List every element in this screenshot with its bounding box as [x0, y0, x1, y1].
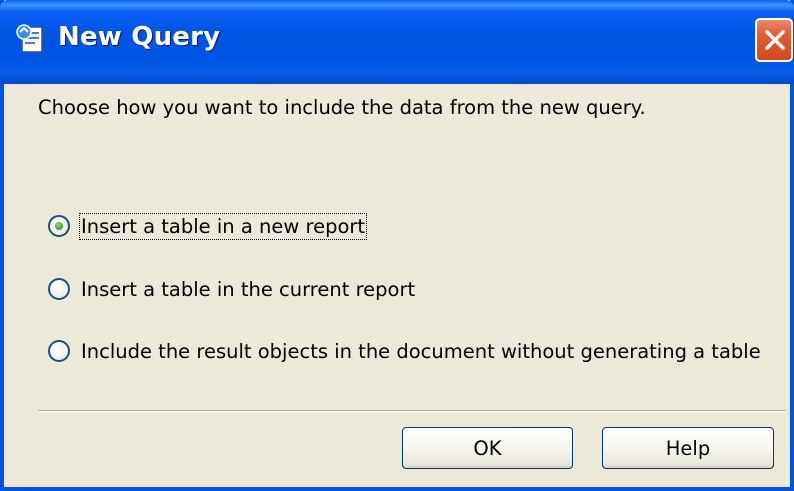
- option-label-new-report[interactable]: Insert a table in a new report: [78, 212, 368, 240]
- option-no-table[interactable]: Include the result objects in the docume…: [48, 337, 761, 365]
- dialog-title: New Query: [58, 22, 221, 52]
- instruction-text: Choose how you want to include the data …: [38, 96, 646, 119]
- option-label-no-table[interactable]: Include the result objects in the docume…: [81, 340, 761, 363]
- dialog-body: Choose how you want to include the data …: [4, 84, 790, 487]
- ok-button[interactable]: OK: [402, 427, 573, 469]
- new-query-dialog: New Query Choose how you want to include…: [0, 0, 794, 491]
- query-document-icon: [14, 22, 48, 56]
- radio-no-table[interactable]: [48, 340, 70, 362]
- close-icon: [765, 30, 785, 50]
- help-button[interactable]: Help: [602, 427, 774, 469]
- close-button[interactable]: [755, 18, 793, 62]
- option-current-report[interactable]: Insert a table in the current report: [48, 275, 415, 303]
- option-label-current-report[interactable]: Insert a table in the current report: [81, 278, 415, 301]
- title-bar[interactable]: New Query: [0, 0, 794, 84]
- radio-new-report[interactable]: [48, 215, 70, 237]
- divider: [38, 410, 786, 412]
- option-new-report[interactable]: Insert a table in a new report: [48, 212, 368, 240]
- radio-current-report[interactable]: [48, 278, 70, 300]
